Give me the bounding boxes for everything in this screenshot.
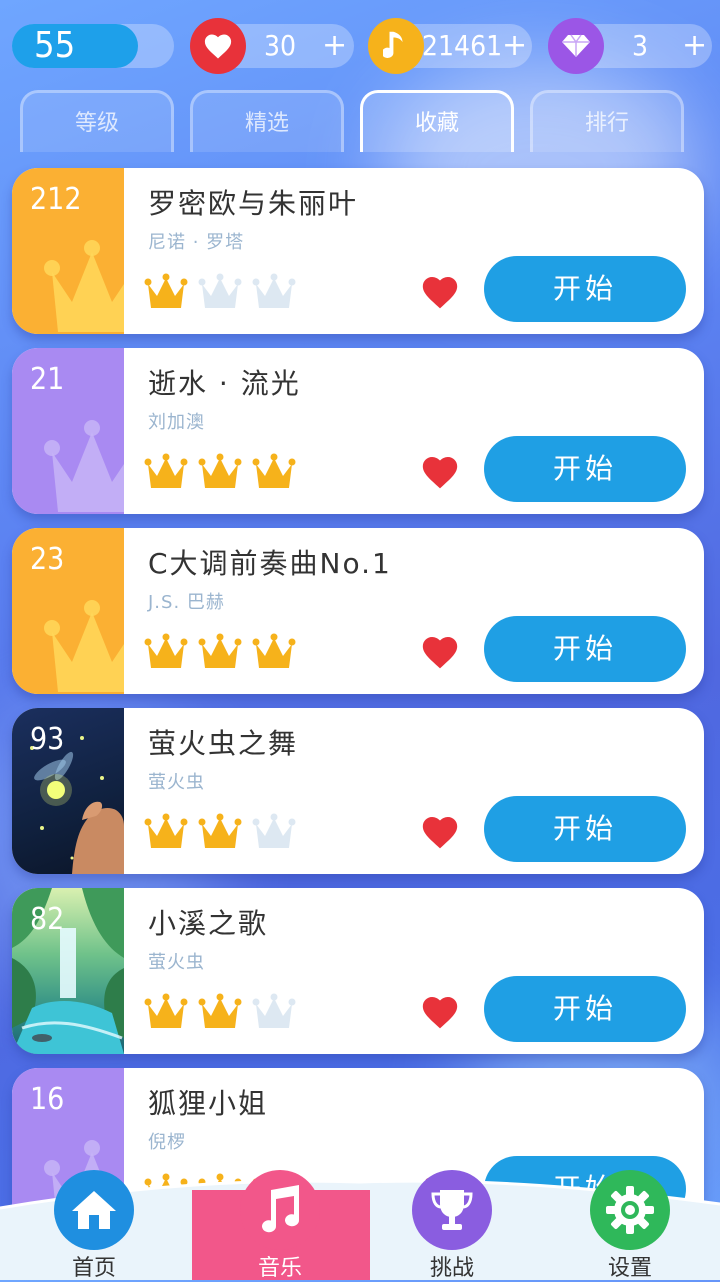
start-button[interactable]: 开始 [484,256,686,322]
crown-icon [44,420,124,512]
rating-crown-icon [198,633,242,668]
rating-crown-icon [252,993,296,1028]
gems-count: 3 [632,29,649,62]
add-notes-button[interactable]: + [502,24,527,68]
rating-crown-icon [252,273,296,308]
trophy-icon [412,1170,492,1250]
nav-label: 首页 [71,1256,116,1281]
nav-label: 设置 [607,1256,652,1281]
song-card: 21 逝水 · 流光 刘加澳 开始 [12,348,704,514]
song-card: 23 C大调前奏曲No.1 J.S. 巴赫 开始 [12,528,704,694]
song-card: 212 罗密欧与朱丽叶 尼诺 · 罗塔 开始 [12,168,704,334]
song-artist: J.S. 巴赫 [148,592,225,613]
nav-challenge[interactable]: 挑战 [382,1170,522,1281]
music-note-icon [368,18,424,74]
music-note-icon [240,1170,320,1250]
nav-settings[interactable]: 设置 [560,1170,700,1281]
diamond-icon [548,18,604,74]
crown-icon [44,600,124,692]
song-rank: 23 [30,542,65,577]
start-button[interactable]: 开始 [484,976,686,1042]
rating-crown-icon [198,993,242,1028]
crown-rating [144,272,296,312]
rating-crown-icon [144,273,188,308]
song-thumbnail: 21 [12,348,124,514]
home-icon [54,1170,134,1250]
song-card: 82 小溪之歌 萤火虫 开始 [12,888,704,1054]
favorite-heart-icon[interactable] [420,814,460,850]
song-card: 93 萤火虫之舞 萤火虫 开始 [12,708,704,874]
rating-crown-icon [252,813,296,848]
tab-ranking[interactable]: 排行 [530,90,684,152]
add-lives-button[interactable]: + [322,24,347,68]
song-rank: 212 [30,182,82,217]
crown-rating [144,992,296,1032]
song-title: 小溪之歌 [148,907,269,940]
song-rank: 82 [30,902,65,937]
song-rank: 21 [30,362,65,397]
favorite-heart-icon[interactable] [420,274,460,310]
rating-crown-icon [252,633,296,668]
song-artist: 萤火虫 [148,952,205,973]
add-gems-button[interactable]: + [682,24,707,68]
song-rank: 93 [30,722,65,757]
song-rank: 16 [30,1082,65,1117]
gear-icon [590,1170,670,1250]
nav-label: 挑战 [429,1256,474,1281]
bottom-nav: 首页 音乐 挑战 设置 [0,1170,720,1281]
waterfall-artwork [12,888,124,1054]
tab-level[interactable]: 等级 [20,90,174,152]
rating-crown-icon [198,813,242,848]
heart-icon [190,18,246,74]
song-artist: 倪椤 [148,1132,186,1153]
lives-count: 30 [264,29,297,62]
start-button[interactable]: 开始 [484,436,686,502]
nav-label: 音乐 [257,1256,302,1281]
level-pill: 55 [12,24,174,68]
song-title: 罗密欧与朱丽叶 [148,187,359,220]
song-thumbnail: 212 [12,168,124,334]
nav-home[interactable]: 首页 [24,1170,164,1281]
start-button[interactable]: 开始 [484,796,686,862]
tab-featured[interactable]: 精选 [190,90,344,152]
song-title: C大调前奏曲No.1 [148,547,392,580]
rating-crown-icon [144,813,188,848]
song-artist: 萤火虫 [148,772,205,793]
crown-icon [44,240,124,332]
level-number: 55 [34,25,76,66]
song-title: 狐狸小姐 [148,1087,269,1120]
rating-crown-icon [198,273,242,308]
rating-crown-icon [198,453,242,488]
favorite-heart-icon[interactable] [420,994,460,1030]
song-artist: 刘加澳 [148,412,205,433]
crown-rating [144,812,296,852]
crown-rating [144,452,296,492]
rating-crown-icon [144,453,188,488]
notes-count: 21461 [422,29,503,62]
nav-music[interactable]: 音乐 [210,1170,350,1281]
rating-crown-icon [252,453,296,488]
song-thumbnail: 82 [12,888,124,1054]
crown-rating [144,632,296,672]
firefly-artwork [30,736,124,874]
tab-favorites[interactable]: 收藏 [360,90,514,152]
rating-crown-icon [144,633,188,668]
favorite-heart-icon[interactable] [420,634,460,670]
song-title: 萤火虫之舞 [148,727,299,760]
rating-crown-icon [144,993,188,1028]
start-button[interactable]: 开始 [484,616,686,682]
favorite-heart-icon[interactable] [420,454,460,490]
status-bar: 55 30 + 21461 + 3 + [0,0,720,90]
song-thumbnail: 23 [12,528,124,694]
song-title: 逝水 · 流光 [148,367,301,400]
song-thumbnail: 93 [12,708,124,874]
song-artist: 尼诺 · 罗塔 [148,232,245,253]
